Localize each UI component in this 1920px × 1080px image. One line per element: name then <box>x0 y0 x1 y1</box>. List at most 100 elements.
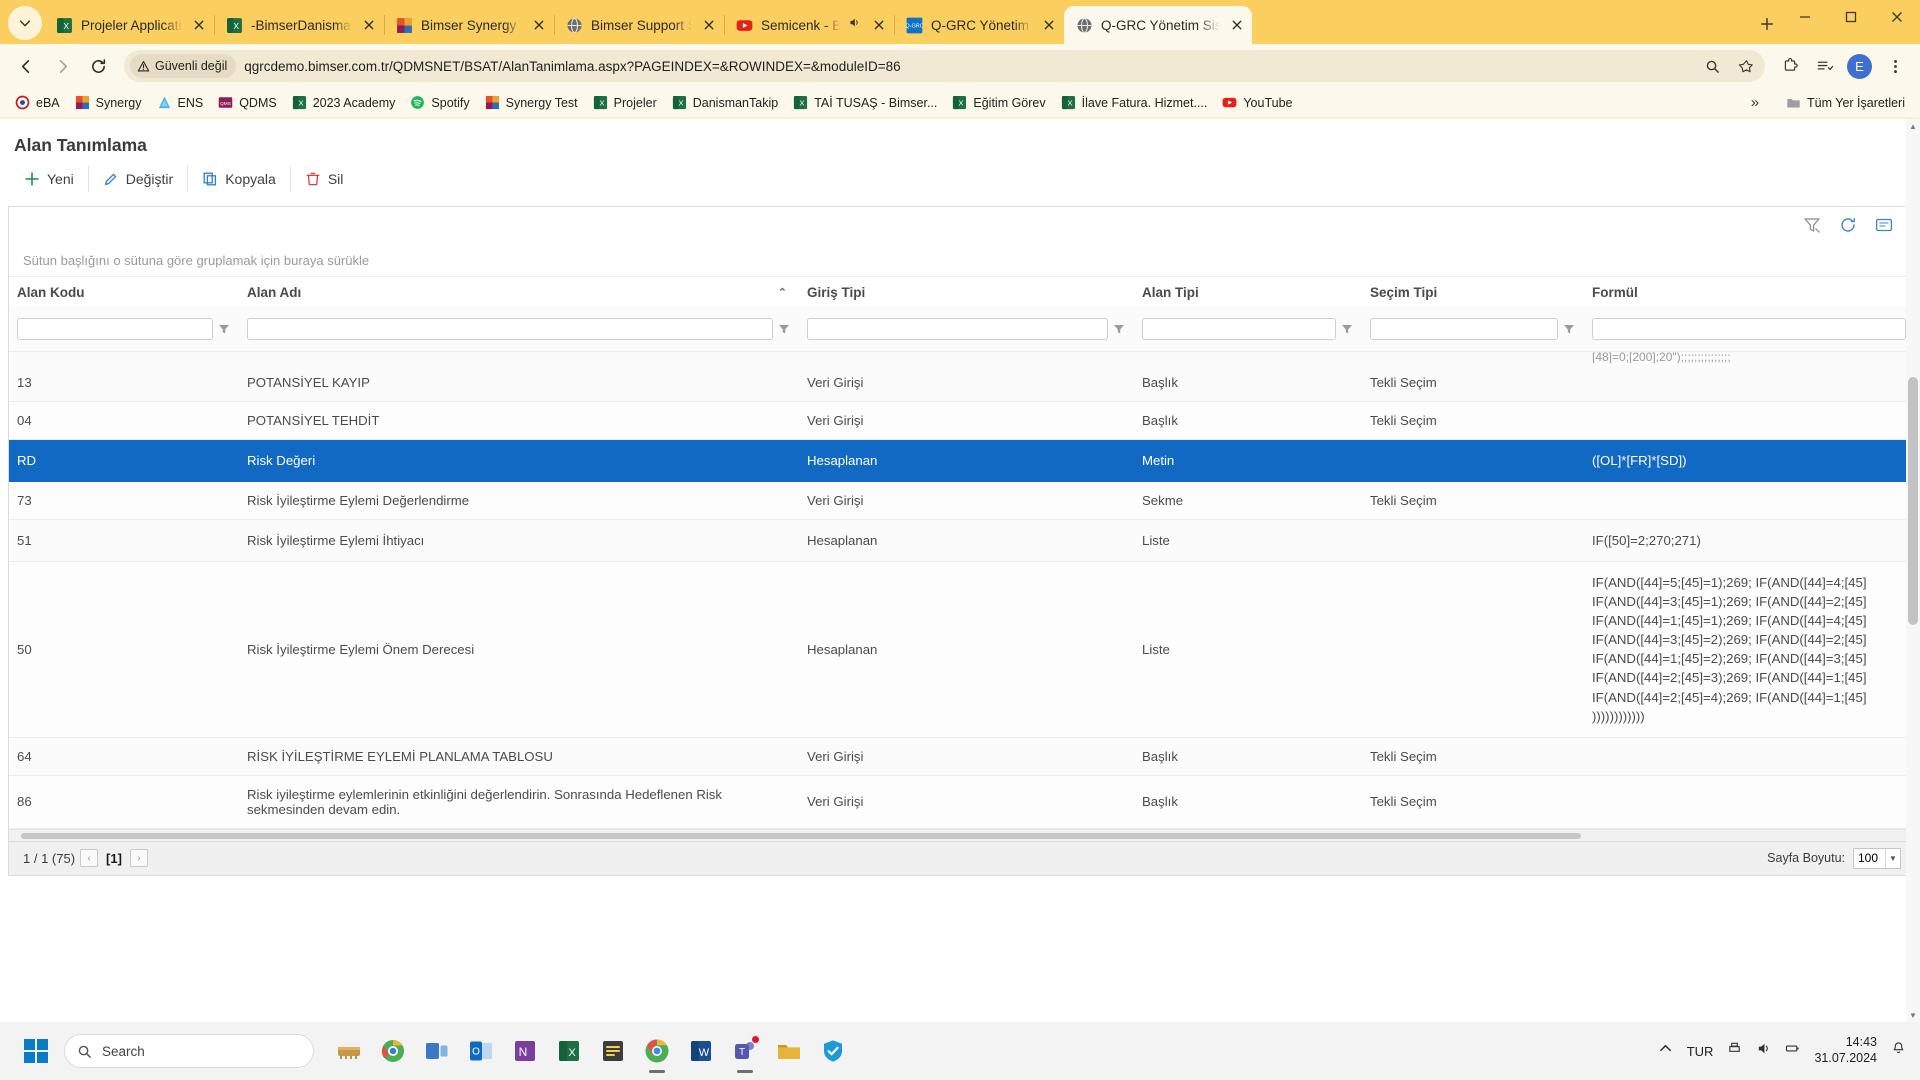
chrome-menu-button[interactable] <box>1880 51 1910 81</box>
column-header-alan_tipi[interactable]: Alan Tipi <box>1134 277 1362 307</box>
forward-button[interactable] <box>46 50 78 82</box>
browser-tab[interactable]: Q-GRC Yönetim Siste... <box>1064 6 1252 44</box>
filter-funnel-icon[interactable] <box>1112 322 1126 336</box>
bookmark-item[interactable]: X DanismanTakip <box>665 92 785 113</box>
horizontal-scrollbar[interactable] <box>9 828 1911 841</box>
taskbar-app-outlook[interactable]: O <box>464 1034 498 1068</box>
table-row[interactable]: RD Risk Değeri Hesaplanan Metin ([OL]*[FR]*[… <box>9 439 1914 482</box>
refresh-icon[interactable] <box>1839 216 1859 236</box>
zoom-search-icon[interactable] <box>1699 53 1725 79</box>
pager-prev-button[interactable]: ‹ <box>80 849 99 868</box>
tab-close-button[interactable] <box>530 16 548 34</box>
command-kopyala-button[interactable]: Kopyala <box>187 166 290 192</box>
address-bar[interactable]: Güvenli değil qgrcdemo.bimser.com.tr/QDM… <box>124 50 1765 82</box>
vertical-scroll-thumb[interactable] <box>1908 377 1918 625</box>
bookmark-item[interactable]: X 2023 Academy <box>285 92 403 113</box>
tab-search-button[interactable] <box>8 6 42 40</box>
filter-funnel-icon[interactable] <box>777 322 791 336</box>
filter-input-giris_tipi[interactable] <box>807 318 1108 340</box>
reading-list-button[interactable] <box>1809 51 1839 81</box>
minimize-button[interactable] <box>1782 0 1828 34</box>
bookmark-item[interactable]: X Eğitim Görev <box>945 92 1052 113</box>
bookmark-item[interactable]: eBA <box>8 92 67 113</box>
tab-close-button[interactable] <box>190 16 208 34</box>
column-header-formul[interactable]: Formül <box>1584 277 1914 307</box>
language-indicator[interactable]: TUR <box>1687 1044 1714 1059</box>
filter-input-alan_adi[interactable] <box>247 318 773 340</box>
taskbar-app-word[interactable]: W <box>684 1034 718 1068</box>
filter-funnel-icon[interactable] <box>1562 322 1576 336</box>
security-indicator[interactable]: Güvenli değil <box>130 54 237 78</box>
pager-current-page[interactable]: [1] <box>106 851 122 866</box>
tab-close-button[interactable] <box>1228 16 1246 34</box>
tab-audio-icon[interactable] <box>848 16 862 34</box>
bookmark-item[interactable]: QMS QDMS <box>211 92 284 113</box>
column-header-secim_tipi[interactable]: Seçim Tipi <box>1362 277 1584 307</box>
taskbar-app-file-explorer[interactable] <box>772 1034 806 1068</box>
group-drop-area[interactable]: Sütun başlığını o sütuna göre gruplamak … <box>9 245 1911 277</box>
filter-input-secim_tipi[interactable] <box>1370 318 1558 340</box>
maximize-button[interactable] <box>1828 0 1874 34</box>
bookmarks-overflow-button[interactable]: » <box>1745 94 1765 111</box>
table-row[interactable]: 13 POTANSİYEL KAYIP Veri Girişi Başlık Tekli… <box>9 363 1914 402</box>
command-değiştir-button[interactable]: Değiştir <box>87 166 187 192</box>
browser-tab[interactable]: Bimser Synergy <box>384 6 554 44</box>
bookmark-item[interactable]: Synergy <box>68 92 149 113</box>
extensions-button[interactable] <box>1775 51 1805 81</box>
command-sil-button[interactable]: Sil <box>289 166 358 192</box>
table-row[interactable]: 04 POTANSİYEL TEHDİT Veri Girişi Başlık Tekl… <box>9 401 1914 440</box>
windows-start-button[interactable] <box>24 1039 48 1063</box>
profile-avatar[interactable]: E <box>1847 53 1872 79</box>
taskbar-app-excel[interactable]: X <box>552 1034 586 1068</box>
scroll-down-arrow[interactable]: ▼ <box>1906 1008 1920 1022</box>
column-header-alan_kodu[interactable]: Alan Kodu <box>9 277 239 307</box>
bookmark-item[interactable]: X TAİ TUSAŞ - Bimser... <box>786 92 944 113</box>
tab-close-button[interactable] <box>1040 16 1058 34</box>
filter-input-alan_kodu[interactable] <box>17 318 213 340</box>
table-row[interactable]: 64 RİSK İYİLEŞTİRME EYLEMİ PLANLAMA TABLO… <box>9 737 1914 776</box>
notification-bell-icon[interactable] <box>1891 1041 1906 1061</box>
column-header-giris_tipi[interactable]: Giriş Tipi <box>799 277 1134 307</box>
table-row[interactable]: 51 Risk İyileştirme Eylemi İhtiyacı Hesapl… <box>9 519 1914 562</box>
filter-funnel-icon[interactable] <box>1340 322 1354 336</box>
taskbar-app-chrome-dev[interactable] <box>376 1034 410 1068</box>
browser-tab[interactable]: Semicenk - Batık <box>724 6 894 44</box>
taskbar-app-teams[interactable]: T <box>728 1034 762 1068</box>
clear-filter-icon[interactable] <box>1803 216 1823 236</box>
browser-tab[interactable]: X Projeler Applications <box>44 6 214 44</box>
taskbar-app-onenote[interactable]: N <box>508 1034 542 1068</box>
browser-tab[interactable]: Bimser Support Syste... <box>554 6 724 44</box>
filter-input-formul[interactable] <box>1592 318 1906 340</box>
bookmark-item[interactable]: X Projeler <box>586 92 664 113</box>
horizontal-scroll-thumb[interactable] <box>21 832 1581 839</box>
taskbar-clock[interactable]: 14:43 31.07.2024 <box>1814 1035 1877 1066</box>
tab-close-button[interactable] <box>700 16 718 34</box>
reload-button[interactable] <box>82 50 114 82</box>
bookmark-item[interactable]: ENS <box>150 92 211 113</box>
taskbar-search[interactable]: Search <box>64 1034 314 1068</box>
bookmark-item[interactable]: Synergy Test <box>478 92 585 113</box>
filter-funnel-icon[interactable] <box>217 322 231 336</box>
battery-icon[interactable] <box>1785 1041 1800 1061</box>
tab-close-button[interactable] <box>360 16 378 34</box>
bookmark-item[interactable]: Spotify <box>403 92 476 113</box>
scroll-up-arrow[interactable]: ▲ <box>1906 119 1920 133</box>
close-window-button[interactable] <box>1874 0 1920 34</box>
volume-icon[interactable] <box>1756 1041 1771 1061</box>
browser-tab[interactable]: X -BimserDanismanTak... <box>214 6 384 44</box>
table-row[interactable]: 50 Risk İyileştirme Eylemi Önem Derecesi H… <box>9 561 1914 738</box>
command-yeni-button[interactable]: Yeni <box>18 166 88 192</box>
page-vertical-scrollbar[interactable]: ▲ ▼ <box>1906 119 1920 1022</box>
printer-icon[interactable] <box>1727 1041 1742 1061</box>
tray-overflow-button[interactable] <box>1658 1041 1673 1061</box>
column-header-alan_adi[interactable]: Alan Adı ⌃ <box>239 277 799 307</box>
taskbar-app-chrome[interactable] <box>640 1034 674 1068</box>
taskbar-app-task-view[interactable] <box>420 1034 454 1068</box>
taskbar-app-widgets[interactable] <box>332 1034 366 1068</box>
all-bookmarks-button[interactable]: Tüm Yer İşaretleri <box>1779 92 1912 113</box>
table-row[interactable]: 86 Risk iyileştirme eylemlerinin etkinliğ… <box>9 775 1914 829</box>
taskbar-app-security[interactable] <box>816 1034 850 1068</box>
bookmark-item[interactable]: YouTube <box>1215 92 1299 113</box>
table-row[interactable]: 73 Risk İyileştirme Eylemi Değerlendirme V… <box>9 481 1914 520</box>
bookmark-star-button[interactable] <box>1733 53 1759 79</box>
